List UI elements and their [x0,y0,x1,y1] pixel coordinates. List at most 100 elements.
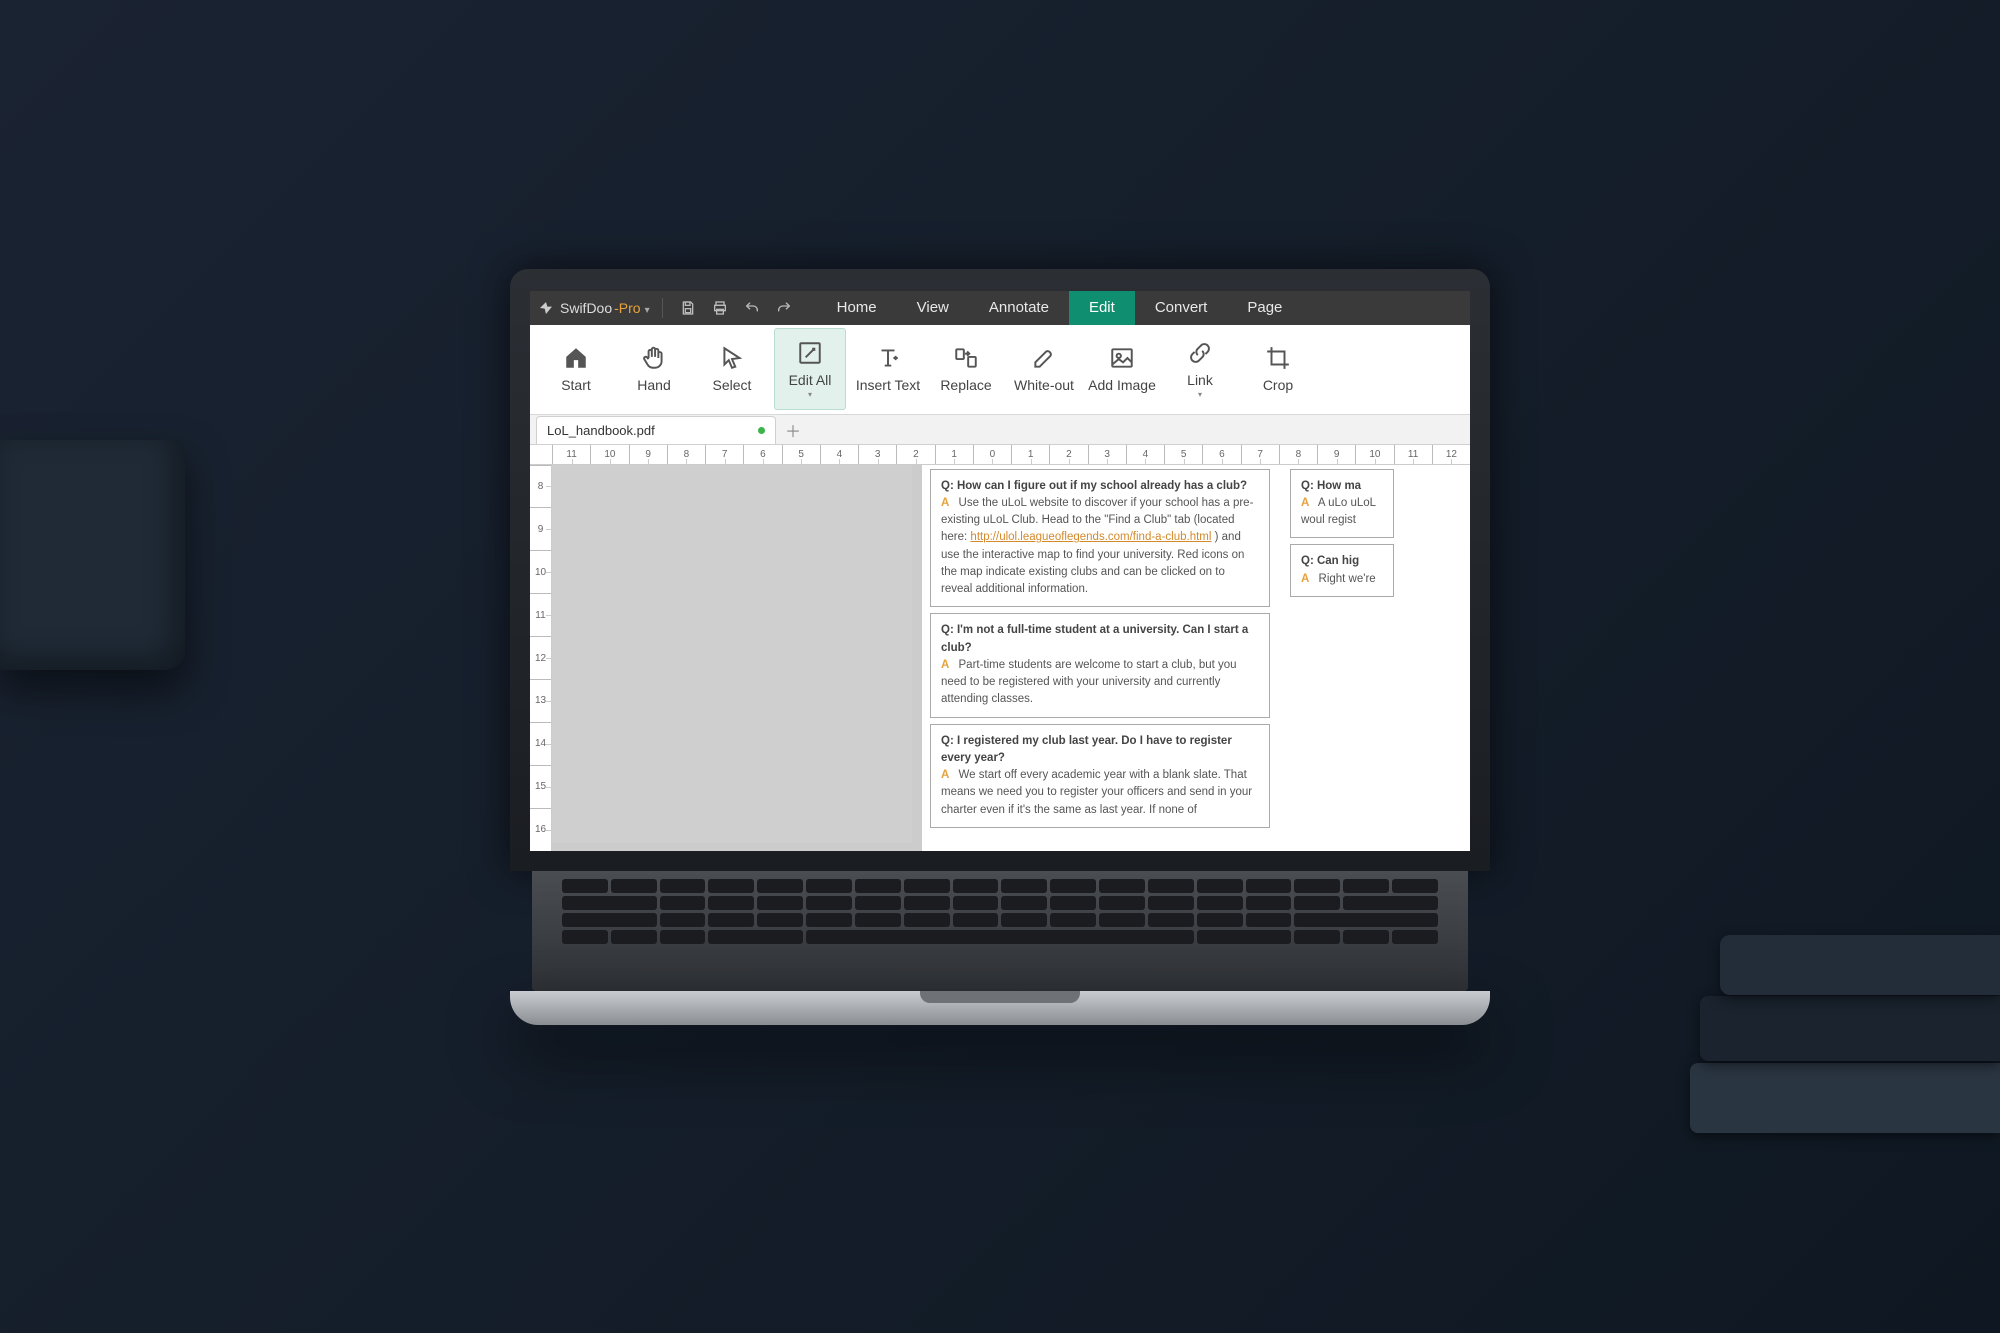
ruler-tick: 2 [896,445,934,464]
ruler-tick: 4 [1126,445,1164,464]
ruler-vertical: 8910111213141516 [530,465,552,851]
faq-item-partial[interactable]: Q: Can hig A Right we're [1290,544,1394,597]
chevron-down-icon: ▾ [1198,390,1202,399]
answer-label-icon: A [1301,573,1309,585]
tool-edit-all[interactable]: Edit All ▾ [774,328,846,410]
menu-page[interactable]: Page [1227,291,1302,325]
ruler-tick: 16 [530,808,551,851]
app-window: SwifDoo-Pro ▾ Home View [530,291,1470,851]
laptop-frame: SwifDoo-Pro ▾ Home View [510,269,1490,1025]
ruler-tick: 6 [743,445,781,464]
ruler-tick: 1 [1011,445,1049,464]
tool-label: Add Image [1088,377,1156,393]
print-icon[interactable] [707,295,733,321]
ribbon-toolbar: Start Hand Select Edit All ▾ Inser [530,325,1470,415]
document-canvas[interactable]: Q: How can I figure out if my school alr… [552,465,1470,851]
faq-item[interactable]: Q: I registered my club last year. Do I … [930,724,1270,828]
ruler-tick: 7 [1241,445,1279,464]
tool-label: Start [561,377,591,393]
link-icon [1187,340,1213,366]
tool-insert-text[interactable]: Insert Text [852,328,924,410]
tool-select[interactable]: Select [696,328,768,410]
faq-answer: A Part-time students are welcome to star… [941,657,1259,709]
app-logo-icon [538,300,554,316]
modified-indicator-icon [758,427,765,434]
faq-question: Q: How ma [1301,478,1383,495]
menu-home[interactable]: Home [817,291,897,325]
menu-edit[interactable]: Edit [1069,291,1135,325]
page-thumbnail-left [552,465,912,843]
faq-question: Q: Can hig [1301,553,1383,570]
tool-label: Select [713,377,752,393]
text-icon [875,345,901,371]
ruler-tick: 4 [820,445,858,464]
replace-icon [953,345,979,371]
ruler-tick: 8 [1279,445,1317,464]
ruler-tick: 9 [1317,445,1355,464]
app-dropdown-icon[interactable]: ▾ [645,305,650,316]
tool-label: Edit All [789,372,832,388]
hand-icon [641,345,667,371]
page-content: Q: How can I figure out if my school alr… [922,465,1470,851]
ruler-tick: 11 [530,593,551,636]
menu-convert[interactable]: Convert [1135,291,1228,325]
ruler-tick: 11 [552,445,590,464]
answer-label-icon: A [941,497,949,509]
ruler-tick: 14 [530,722,551,765]
tool-crop[interactable]: Crop [1242,328,1314,410]
scene-mug [0,440,185,670]
ruler-tick: 0 [973,445,1011,464]
tool-link[interactable]: Link ▾ [1164,328,1236,410]
app-title: SwifDoo-Pro ▾ [560,300,650,316]
faq-answer: A We start off every academic year with … [941,767,1259,819]
faq-question: Q: I'm not a full-time student at a univ… [941,622,1259,657]
ruler-tick: 6 [1202,445,1240,464]
answer-label-icon: A [941,769,949,781]
tool-label: Link [1187,372,1213,388]
faq-answer: A Use the uLoL website to discover if yo… [941,495,1259,599]
ruler-tick: 15 [530,765,551,808]
undo-icon[interactable] [739,295,765,321]
faq-answer: A A uLo uLoL woul regist [1301,495,1383,530]
laptop-keyboard [532,871,1468,991]
ruler-tick: 10 [1355,445,1393,464]
app-name-suffix: -Pro [614,300,640,316]
ruler-tick: 8 [667,445,705,464]
tool-whiteout[interactable]: White-out [1008,328,1080,410]
faq-link[interactable]: http://ulol.leagueoflegends.com/find-a-c… [970,531,1211,543]
tool-label: Hand [637,377,670,393]
answer-label-icon: A [941,659,949,671]
faq-question: Q: I registered my club last year. Do I … [941,733,1259,768]
tool-label: Replace [940,377,991,393]
tool-hand[interactable]: Hand [618,328,690,410]
ruler-tick: 5 [782,445,820,464]
menu-annotate[interactable]: Annotate [969,291,1069,325]
eraser-icon [1031,345,1057,371]
ruler-tick: 10 [590,445,628,464]
ruler-tick: 13 [530,679,551,722]
save-icon[interactable] [675,295,701,321]
ruler-tick: 3 [858,445,896,464]
tool-label: Crop [1263,377,1293,393]
ruler-tick: 12 [530,636,551,679]
new-tab-button[interactable]: ＋ [782,419,804,441]
tool-replace[interactable]: Replace [930,328,1002,410]
redo-icon[interactable] [771,295,797,321]
tool-add-image[interactable]: Add Image [1086,328,1158,410]
app-name-prefix: SwifDoo [560,300,612,316]
edit-icon [797,340,823,366]
ruler-horizontal: 11109876543210123456789101112 [530,445,1470,465]
ruler-tick: 1 [935,445,973,464]
ruler-tick: 8 [530,465,551,508]
tab-filename: LoL_handbook.pdf [547,423,655,438]
faq-item[interactable]: Q: I'm not a full-time student at a univ… [930,613,1270,717]
tool-start[interactable]: Start [540,328,612,410]
ruler-tick: 9 [530,507,551,550]
menu-view[interactable]: View [897,291,969,325]
faq-item-partial[interactable]: Q: How ma A A uLo uLoL woul regist [1290,469,1394,539]
document-tab[interactable]: LoL_handbook.pdf [536,416,776,444]
faq-item[interactable]: Q: How can I figure out if my school alr… [930,469,1270,608]
main-menu: Home View Annotate Edit Convert Page [817,291,1303,325]
crop-icon [1265,345,1291,371]
ruler-tick: 7 [705,445,743,464]
